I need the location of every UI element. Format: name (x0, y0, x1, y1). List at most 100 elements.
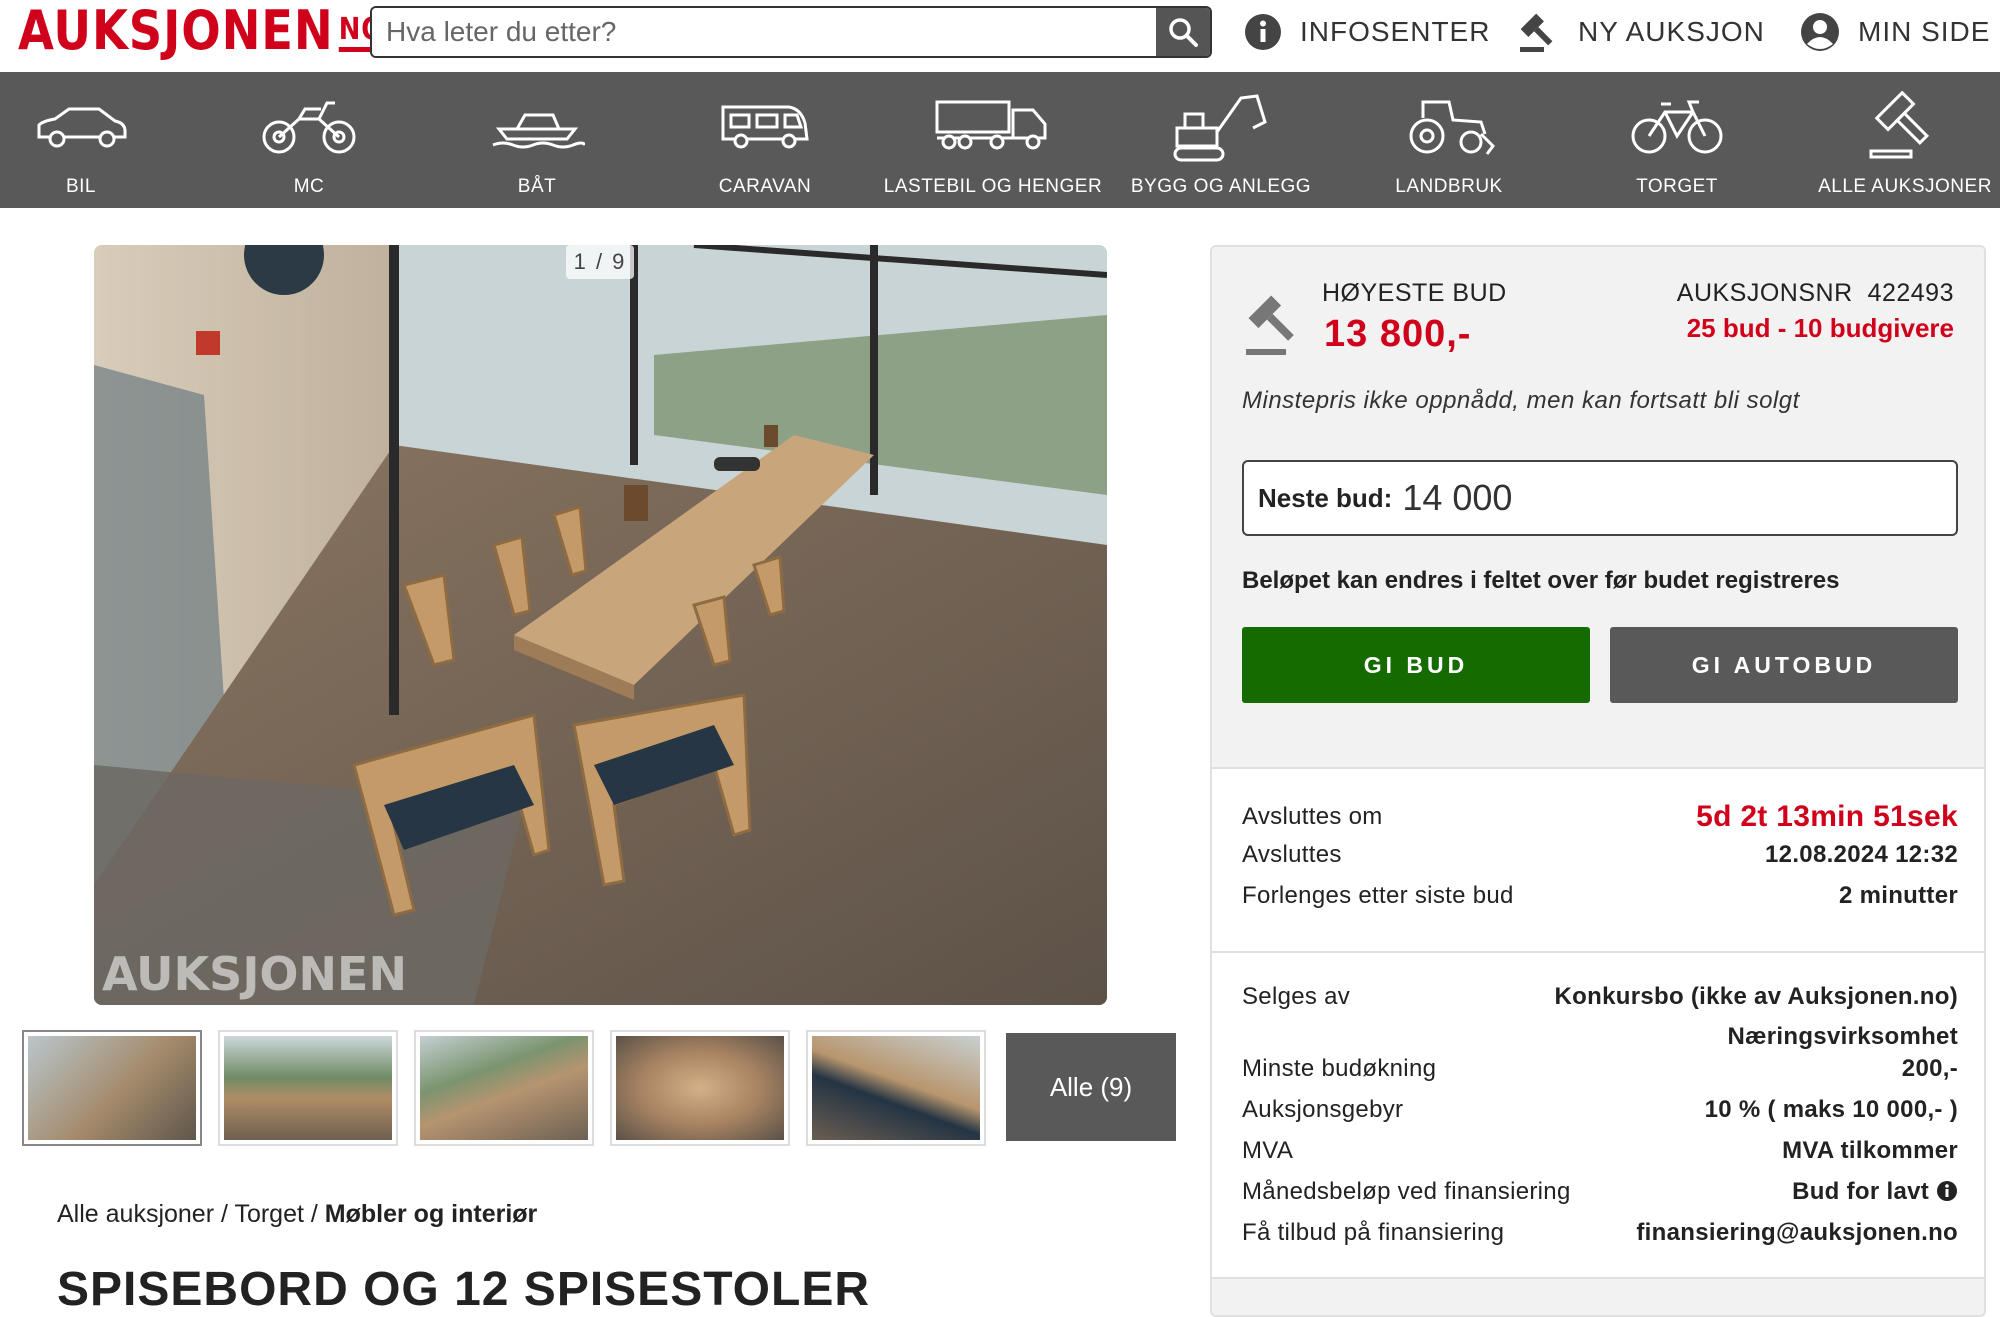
ends-in-row: Avsluttes om 5d 2t 13min 51sek (1242, 800, 1958, 834)
ny-auksjon-label: NY AUKSJON (1578, 16, 1765, 47)
fee-label: Auksjonsgebyr (1242, 1096, 1404, 1123)
seller-type-row: Næringsvirksomhet (1242, 1023, 1958, 1051)
breadcrumb: Alle auksjoner / Torget / Møbler og inte… (57, 1200, 537, 1229)
autobid-button[interactable]: GI AUTOBUD (1610, 627, 1958, 703)
category-label: LANDBRUK (1395, 176, 1503, 197)
boat-icon (489, 86, 585, 166)
min-side-link[interactable]: MIN SIDE (1800, 10, 1990, 54)
financing-offer-row: Få tilbud på finansiering finansiering@a… (1242, 1219, 1958, 1247)
panel-footer (1212, 1277, 1984, 1315)
financing-offer-label: Få tilbud på finansiering (1242, 1219, 1505, 1246)
caravan-icon (717, 86, 813, 166)
site-header: AUKSJONEN NO INFOSENTER NY AUKSJON MIN S… (0, 0, 2000, 72)
bid-box: HØYESTE BUD 13 800,- AUKSJONSNR 422493 2… (1212, 247, 1984, 769)
financing-email-link[interactable]: finansiering@auksjonen.no (1636, 1219, 1958, 1247)
dining-room-photo: AUKSJONEN (94, 245, 1107, 1005)
seller-row: Selges av Konkursbo (ikke av Auksjonen.n… (1242, 983, 1958, 1011)
place-bid-button[interactable]: GI BUD (1242, 627, 1590, 703)
auction-number-label: AUKSJONSNR (1676, 279, 1853, 307)
extension-row: Forlenges etter siste bud 2 minutter (1242, 882, 1958, 910)
thumbnail-1[interactable] (22, 1030, 202, 1146)
seller-value: Konkursbo (ikke av Auksjonen.no) (1554, 983, 1958, 1010)
bid-count[interactable]: 25 bud - 10 budgivere (1687, 313, 1954, 344)
extension-value: 2 minutter (1838, 882, 1958, 909)
all-images-button[interactable]: Alle (9) (1006, 1033, 1176, 1141)
category-mc[interactable]: MC (195, 72, 423, 208)
excavator-icon (1171, 86, 1271, 166)
financing-value-text: Bud for lavt (1792, 1178, 1930, 1205)
next-bid-label: Neste bud: (1258, 482, 1393, 513)
category-label: CARAVAN (718, 176, 812, 197)
next-bid-field: Neste bud: (1242, 460, 1958, 536)
ends-at-label: Avsluttes (1242, 841, 1342, 868)
car-icon (33, 86, 129, 166)
infosenter-link[interactable]: INFOSENTER (1244, 10, 1490, 54)
listing-title: SPISEBORD OG 12 SPISESTOLER (57, 1263, 870, 1316)
category-caravan[interactable]: CARAVAN (651, 72, 879, 208)
info-circle-icon (1244, 13, 1282, 51)
search-input[interactable] (372, 8, 1156, 56)
main-product-image[interactable]: AUKSJONEN (94, 245, 1107, 1005)
fee-row: Auksjonsgebyr 10 % ( maks 10 000,- ) (1242, 1096, 1958, 1124)
image-counter: 1 / 9 (566, 245, 634, 279)
category-label: BYGG OG ANLEGG (1130, 176, 1312, 197)
category-landbruk[interactable]: LANDBRUK (1335, 72, 1563, 208)
thumbnail-2[interactable] (218, 1030, 398, 1146)
bicycle-icon (1629, 86, 1725, 166)
min-side-label: MIN SIDE (1858, 16, 1991, 47)
gavel-icon (1242, 293, 1306, 362)
ends-in-label: Avsluttes om (1242, 803, 1383, 830)
motorcycle-icon (261, 86, 357, 166)
category-label: TORGET (1636, 176, 1718, 197)
site-logo[interactable]: AUKSJONEN NO (18, 0, 385, 62)
info-icon[interactable] (1936, 1180, 1958, 1202)
category-label: BIL (65, 176, 97, 197)
highest-bid-value: 13 800,- (1324, 313, 1472, 355)
category-bat[interactable]: BÅT (423, 72, 651, 208)
vat-label: MVA (1242, 1137, 1294, 1164)
thumbnail-4[interactable] (610, 1030, 790, 1146)
category-label: ALLE AUKSJONER (1818, 176, 1992, 197)
infosenter-label: INFOSENTER (1300, 16, 1491, 47)
auction-number: AUKSJONSNR 422493 (1677, 279, 1954, 308)
category-bil[interactable]: BIL (0, 72, 195, 208)
ny-auksjon-link[interactable]: NY AUKSJON (1518, 10, 1765, 54)
financing-label: Månedsbeløp ved finansiering (1242, 1178, 1571, 1205)
user-circle-icon (1800, 12, 1840, 52)
ends-in-countdown: 5d 2t 13min 51sek (1696, 800, 1958, 833)
amount-note: Beløpet kan endres i feltet over før bud… (1242, 567, 1840, 594)
category-label: MC (293, 176, 325, 197)
truck-icon (933, 86, 1053, 166)
breadcrumb-link[interactable]: Alle auksjoner (57, 1200, 214, 1228)
fee-value: 10 % ( maks 10 000,- ) (1704, 1096, 1958, 1123)
financing-value: Bud for lavt (1792, 1178, 1958, 1206)
thumbnail-5[interactable] (806, 1030, 986, 1146)
breadcrumb-separator: / (220, 1200, 228, 1228)
category-label: LASTEBIL OG HENGER (883, 176, 1103, 197)
gavel-icon (1865, 86, 1945, 166)
min-increment-row: Minste budøkning 200,- (1242, 1055, 1958, 1083)
highest-bid-label: HØYESTE BUD (1322, 279, 1507, 307)
vat-row: MVA MVA tilkommer (1242, 1137, 1958, 1165)
seller-label: Selges av (1242, 983, 1351, 1010)
category-lastebil[interactable]: LASTEBIL OG HENGER (879, 72, 1107, 208)
logo-text: AUKSJONEN (18, 0, 334, 62)
tractor-icon (1401, 86, 1497, 166)
category-alle[interactable]: ALLE AUKSJONER (1791, 72, 2000, 208)
category-torget[interactable]: TORGET (1563, 72, 1791, 208)
search-bar (370, 6, 1212, 58)
category-bygg[interactable]: BYGG OG ANLEGG (1107, 72, 1335, 208)
thumbnail-3[interactable] (414, 1030, 594, 1146)
reserve-note: Minstepris ikke oppnådd, men kan fortsat… (1242, 387, 1800, 414)
breadcrumb-separator: / (310, 1200, 318, 1228)
section-divider (1212, 951, 1984, 953)
image-watermark: AUKSJONEN (102, 947, 407, 1001)
ends-at-value: 12.08.2024 12:32 (1765, 841, 1958, 868)
category-nav: BIL MC BÅT CARAVAN LASTEBIL OG HENGER BY… (0, 72, 2000, 208)
search-icon (1169, 18, 1198, 47)
seller-type: Næringsvirksomhet (1727, 1023, 1958, 1050)
min-increment-label: Minste budøkning (1242, 1055, 1437, 1082)
search-button[interactable] (1156, 8, 1210, 56)
breadcrumb-link[interactable]: Torget (234, 1200, 303, 1228)
next-bid-input[interactable] (1402, 477, 1903, 519)
